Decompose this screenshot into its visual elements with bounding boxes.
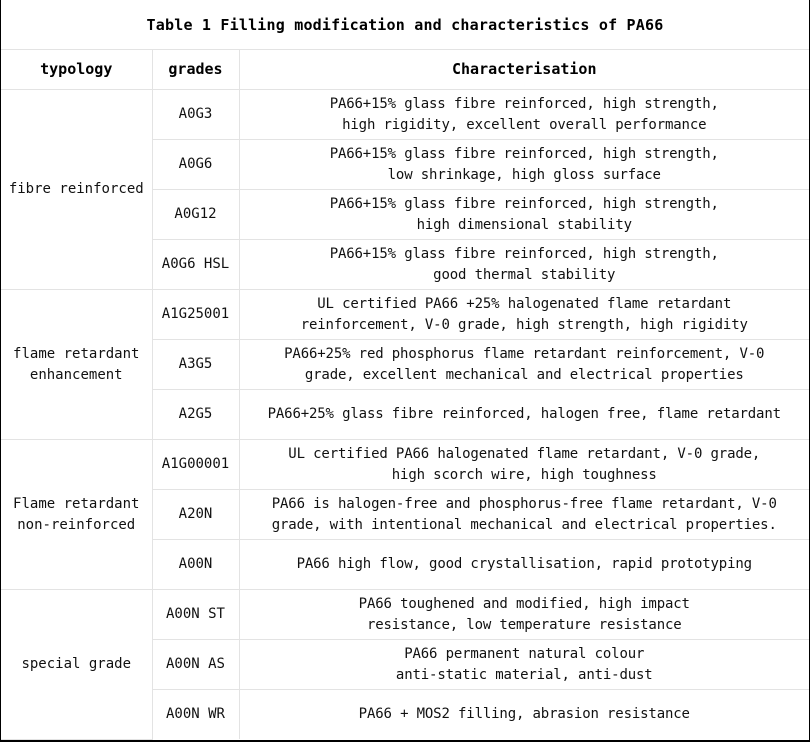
characterisation-cell: PA66+15% glass fibre reinforced, high st… bbox=[238, 189, 809, 240]
characterisation-cell: PA66 + MOS2 filling, abrasion resistance bbox=[238, 689, 809, 739]
characterisation-cell: UL certified PA66 +25% halogenated flame… bbox=[238, 289, 809, 340]
characterisation-text: UL certified PA66 +25% halogenated flame… bbox=[317, 295, 732, 312]
typology-text: non-reinforced bbox=[17, 516, 136, 533]
table-row: flame retardant enhancement A1G25001 UL cer… bbox=[1, 289, 809, 440]
characterisation-cell: UL certified PA66 halogenated flame reta… bbox=[238, 439, 809, 490]
characterisation-text: PA66+15% glass fibre reinforced, high st… bbox=[329, 245, 719, 262]
characterisation-cell: PA66 is halogen-free and phosphorus-free… bbox=[238, 489, 809, 540]
characterisation-text: good thermal stability bbox=[433, 266, 616, 283]
typology-text: special grade bbox=[21, 655, 132, 672]
grade-cell: A1G25001 bbox=[151, 289, 240, 340]
table-row: Flame retardant non-reinforced A1G00001 UL … bbox=[1, 439, 809, 590]
characterisation-text: reinforcement, V-0 grade, high strength,… bbox=[300, 316, 748, 333]
grade-cell: A1G00001 bbox=[151, 439, 240, 490]
characterisation-cell: PA66+15% glass fibre reinforced, high st… bbox=[238, 139, 809, 190]
table-row: fibre reinforced A0G3 PA66+15% glass fibre… bbox=[1, 89, 809, 290]
typology-cell: flame retardant enhancement bbox=[1, 289, 153, 440]
grade-cell: A00N AS bbox=[152, 639, 240, 690]
typology-text: Flame retardant bbox=[13, 495, 140, 512]
pa66-table: typology grades Characterisation fibre r… bbox=[1, 50, 809, 740]
characterisation-text: PA66+25% red phosphorus flame retardant … bbox=[284, 345, 765, 362]
characterisation-cell: PA66+15% glass fibre reinforced, high st… bbox=[238, 239, 809, 290]
typology-text: enhancement bbox=[29, 366, 123, 383]
characterisation-text: grade, excellent mechanical and electric… bbox=[304, 366, 744, 383]
characterisation-text: PA66 toughened and modified, high impact bbox=[358, 595, 690, 612]
grade-cell: A0G6 HSL bbox=[152, 239, 240, 290]
characterisation-cell: PA66 permanent natural colour anti-static… bbox=[238, 639, 809, 690]
grade-cell: A3G5 bbox=[152, 339, 240, 390]
characterisation-cell: PA66 high flow, good crystallisation, ra… bbox=[238, 539, 809, 590]
characterisation-cell: PA66+25% red phosphorus flame retardant … bbox=[238, 339, 809, 390]
characterisation-text: PA66 is halogen-free and phosphorus-free… bbox=[271, 495, 777, 512]
characterisation-text: PA66+25% glass fibre reinforced, halogen… bbox=[267, 406, 781, 422]
characterisation-text: PA66+15% glass fibre reinforced, high st… bbox=[329, 195, 719, 212]
characterisation-text: grade, with intentional mechanical and e… bbox=[271, 516, 777, 533]
characterisation-text: high dimensional stability bbox=[416, 216, 632, 233]
grade-cell: A00N bbox=[152, 539, 240, 590]
grade-cell: A20N bbox=[152, 489, 240, 540]
characterisation-text: PA66+15% glass fibre reinforced, high st… bbox=[329, 95, 719, 112]
typology-text: flame retardant bbox=[13, 345, 140, 362]
characterisation-text: anti-static material, anti-dust bbox=[395, 666, 653, 683]
table-frame: Table 1 Filling modification and charact… bbox=[0, 0, 810, 742]
table-body: fibre reinforced A0G3 PA66+15% glass fibre… bbox=[1, 89, 809, 740]
typology-text: fibre reinforced bbox=[8, 181, 144, 197]
characterisation-text: high scorch wire, high toughness bbox=[391, 466, 657, 483]
grade-cell: A0G3 bbox=[151, 89, 240, 140]
grade-cell: A0G6 bbox=[152, 139, 240, 190]
characterisation-cell: PA66+25% glass fibre reinforced, halogen… bbox=[238, 389, 809, 440]
grade-cell: A00N ST bbox=[151, 589, 240, 640]
characterisation-text: PA66 high flow, good crystallisation, ra… bbox=[296, 556, 752, 572]
table-title: Table 1 Filling modification and charact… bbox=[1, 0, 809, 50]
grade-cell: A2G5 bbox=[152, 389, 240, 440]
grade-cell: A00N WR bbox=[152, 689, 240, 739]
header-grades: grades bbox=[151, 50, 240, 90]
grade-cell: A0G12 bbox=[152, 189, 240, 240]
characterisation-text: low shrinkage, high gloss surface bbox=[387, 166, 661, 183]
characterisation-cell: PA66+15% glass fibre reinforced, high st… bbox=[238, 89, 809, 140]
typology-cell: fibre reinforced bbox=[1, 89, 153, 290]
characterisation-text: high rigidity, excellent overall perform… bbox=[342, 116, 707, 133]
characterisation-text: PA66 + MOS2 filling, abrasion resistance bbox=[358, 706, 690, 722]
typology-cell: special grade bbox=[1, 589, 153, 740]
characterisation-text: PA66+15% glass fibre reinforced, high st… bbox=[329, 145, 719, 162]
header-characterisation: Characterisation bbox=[238, 50, 809, 90]
table-row: special grade A00N ST PA66 toughened and m… bbox=[1, 589, 809, 740]
characterisation-text: UL certified PA66 halogenated flame reta… bbox=[288, 445, 761, 462]
characterisation-cell: PA66 toughened and modified, high impact… bbox=[238, 589, 809, 640]
header-row: typology grades Characterisation bbox=[1, 50, 809, 90]
typology-cell: Flame retardant non-reinforced bbox=[1, 439, 153, 590]
header-typology: typology bbox=[1, 50, 153, 90]
characterisation-text: resistance, low temperature resistance bbox=[366, 616, 682, 633]
characterisation-text: PA66 permanent natural colour bbox=[404, 645, 645, 662]
